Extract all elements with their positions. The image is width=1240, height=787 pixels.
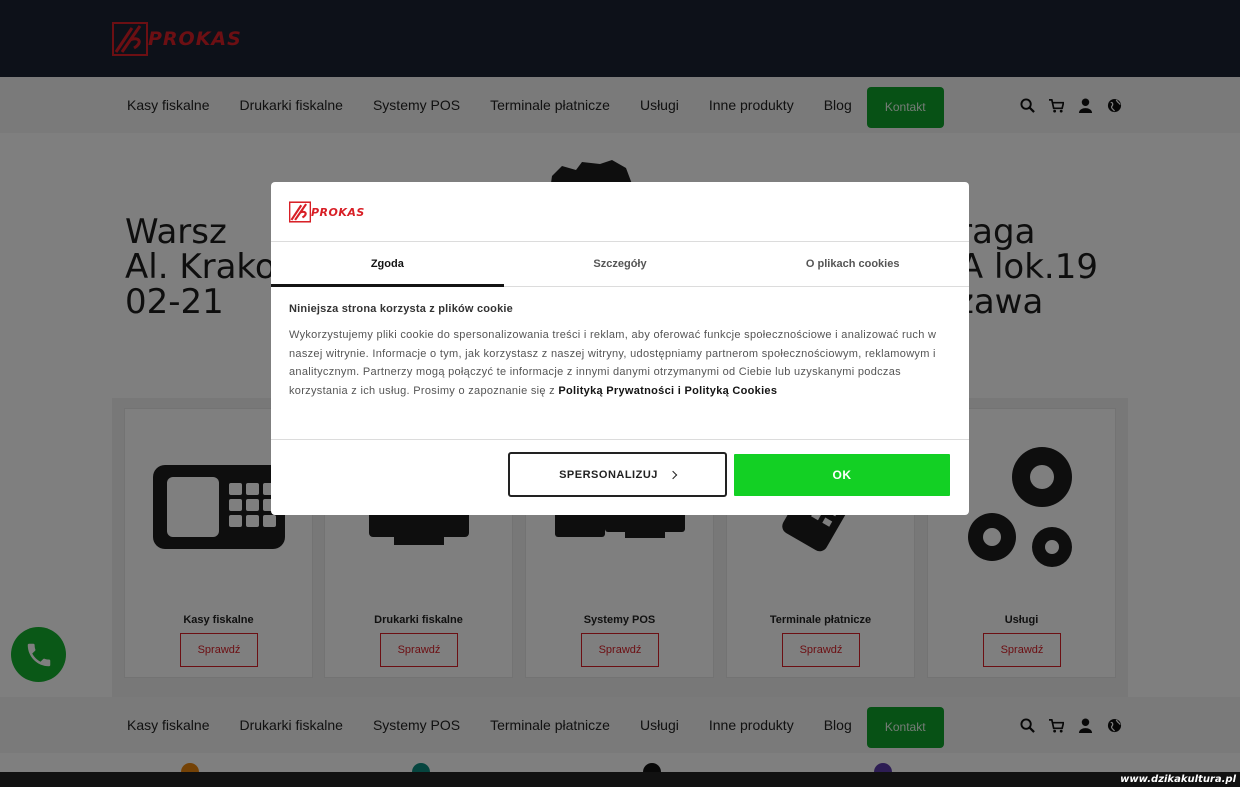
customize-button-label: SPERSONALIZUJ	[559, 468, 658, 481]
dialog-logo: PROKAS	[289, 201, 365, 223]
tab-zgoda[interactable]: Zgoda	[271, 242, 504, 287]
dialog-tabs: Zgoda Szczegóły O plikach cookies	[271, 242, 969, 287]
logo-mark-icon	[289, 201, 311, 223]
dialog-text: Wykorzystujemy pliki cookie do spersonal…	[289, 326, 949, 401]
dialog-body: Niniejsza strona korzysta z plików cooki…	[289, 303, 949, 401]
privacy-policy-link[interactable]: Polityką Prywatności i Polityką Cookies	[558, 385, 777, 397]
dialog-footer: SPERSONALIZUJ OK	[271, 439, 969, 515]
watermark-text: www.dzikakultura.pl	[1120, 774, 1236, 785]
ok-button[interactable]: OK	[734, 454, 950, 496]
tab-szczegoly[interactable]: Szczegóły	[504, 242, 737, 286]
customize-button[interactable]: SPERSONALIZUJ	[508, 452, 727, 497]
tab-o-plikach-cookies[interactable]: O plikach cookies	[736, 242, 969, 286]
dialog-header: PROKAS	[271, 182, 969, 242]
cookie-consent-dialog: PROKAS Zgoda Szczegóły O plikach cookies…	[271, 182, 969, 515]
dialog-title: Niniejsza strona korzysta z plików cooki…	[289, 303, 513, 315]
chevron-right-icon	[668, 470, 678, 479]
dialog-logo-text: PROKAS	[311, 205, 365, 219]
